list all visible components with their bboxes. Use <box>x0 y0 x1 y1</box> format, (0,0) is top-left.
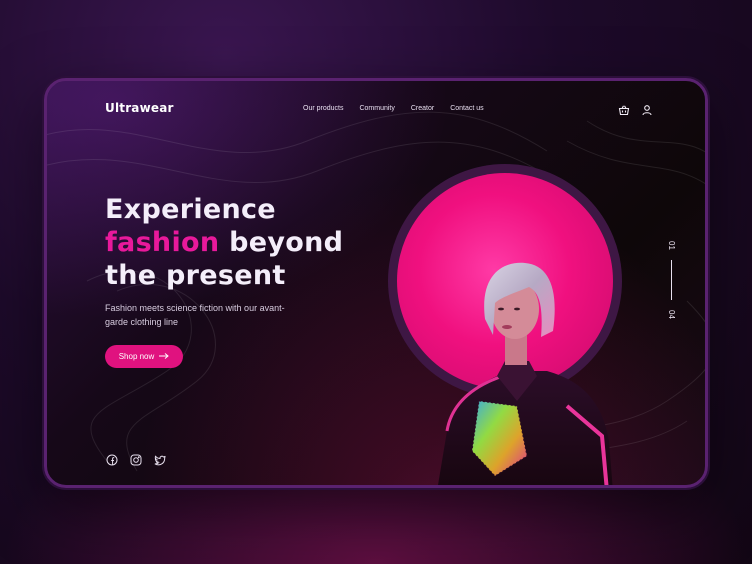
user-icon[interactable] <box>641 101 653 116</box>
hero-title-line1: Experience <box>105 194 276 225</box>
nav-icons <box>618 101 653 116</box>
facebook-icon[interactable] <box>106 451 118 466</box>
pager-total: 04 <box>666 310 676 319</box>
nav-contact-us[interactable]: Contact us <box>450 105 483 112</box>
pager-current: 01 <box>666 241 676 250</box>
instagram-icon[interactable] <box>130 451 142 466</box>
model-portrait-image <box>438 262 613 485</box>
shop-now-label: Shop now <box>118 352 155 361</box>
pager-line <box>670 260 672 300</box>
hero-title-line3: the present <box>105 260 286 291</box>
basket-icon[interactable] <box>618 101 630 116</box>
hero-title-line2: beyond <box>219 227 344 258</box>
arrow-right-icon <box>159 352 170 361</box>
main-nav: Our products Community Creator Contact u… <box>303 105 484 112</box>
twitter-icon[interactable] <box>154 451 166 466</box>
nav-our-products[interactable]: Our products <box>303 105 343 112</box>
nav-community[interactable]: Community <box>359 105 394 112</box>
hero-frame: Ultrawear Our products Community Creator… <box>44 78 708 488</box>
hero-title-accent: fashion <box>105 227 220 258</box>
social-links <box>106 451 166 466</box>
brand-logo[interactable]: Ultrawear <box>105 101 174 115</box>
hero-subtitle: Fashion meets science fiction with our a… <box>105 303 285 327</box>
nav-creator[interactable]: Creator <box>411 105 434 112</box>
slide-pager: 01 04 <box>661 241 681 331</box>
hero-title: Experience fashion beyond the present <box>105 193 343 292</box>
shop-now-button[interactable]: Shop now <box>105 345 183 368</box>
